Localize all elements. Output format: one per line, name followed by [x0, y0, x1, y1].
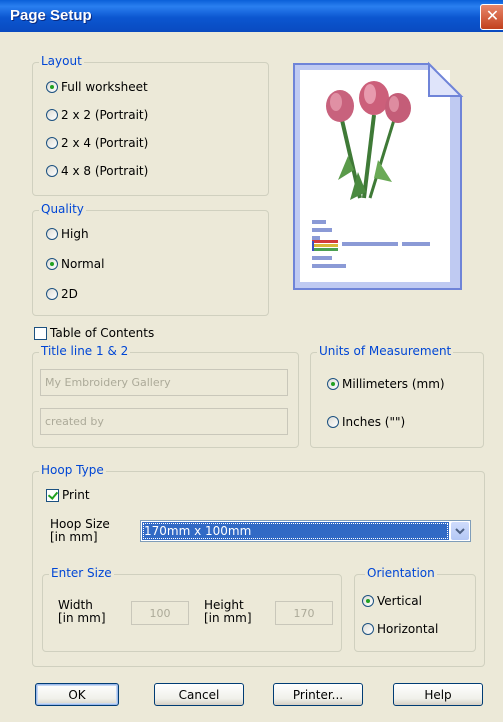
units-group-label: Units of Measurement: [317, 344, 454, 358]
hoop-size-label: Hoop Size [in mm]: [50, 517, 110, 544]
title-line-1-input[interactable]: My Embroidery Gallery: [40, 369, 288, 396]
radio-label: Inches (""): [342, 415, 406, 429]
hoop-print-checkbox[interactable]: Print: [46, 488, 90, 502]
radio-icon: [362, 623, 374, 635]
orientation-vertical-radio[interactable]: Vertical: [362, 594, 422, 608]
title-line-1-value: My Embroidery Gallery: [45, 376, 171, 389]
radio-icon: [46, 137, 58, 149]
radio-icon: [46, 165, 58, 177]
radio-label: 2D: [61, 287, 78, 301]
width-input[interactable]: 100: [131, 601, 189, 625]
orientation-group: Orientation: [354, 566, 476, 652]
page-preview-image: [293, 61, 464, 290]
cancel-button[interactable]: Cancel: [154, 683, 244, 706]
close-icon: ✕: [485, 6, 500, 25]
title-bar[interactable]: Page Setup ✕: [0, 0, 503, 32]
height-value: 170: [293, 606, 315, 620]
layout-group-label: Layout: [39, 54, 84, 68]
hoop-size-select[interactable]: 170mm x 100mm: [140, 520, 471, 542]
checkbox-label: Print: [62, 488, 90, 502]
width-value: 100: [149, 606, 171, 620]
units-group: Units of Measurement: [310, 344, 484, 448]
table-of-contents-checkbox[interactable]: Table of Contents: [34, 326, 154, 340]
orientation-horizontal-radio[interactable]: Horizontal: [362, 622, 438, 636]
chevron-down-icon: [455, 527, 465, 534]
orientation-group-label: Orientation: [365, 566, 437, 580]
quality-2d-radio[interactable]: 2D: [46, 287, 78, 301]
layout-4x8-radio[interactable]: 4 x 8 (Portrait): [46, 164, 148, 178]
radio-selected-icon: [46, 81, 58, 93]
radio-label: Horizontal: [377, 622, 439, 636]
dropdown-arrow-button[interactable]: [451, 522, 469, 540]
layout-full-worksheet-radio[interactable]: Full worksheet: [46, 80, 148, 94]
radio-selected-icon: [362, 595, 374, 607]
title-line-group-label: Title line 1 & 2: [39, 344, 131, 358]
hoop-type-group-label: Hoop Type: [39, 463, 106, 477]
units-inches-radio[interactable]: Inches (""): [327, 415, 405, 429]
close-button[interactable]: ✕: [480, 4, 503, 30]
quality-normal-radio[interactable]: Normal: [46, 257, 104, 271]
enter-size-group-label: Enter Size: [49, 566, 114, 580]
radio-icon: [46, 228, 58, 240]
help-button[interactable]: Help: [393, 683, 483, 706]
units-millimeters-radio[interactable]: Millimeters (mm): [327, 377, 445, 391]
radio-label: 4 x 8 (Portrait): [61, 164, 149, 178]
radio-icon: [46, 109, 58, 121]
radio-label: Full worksheet: [61, 80, 148, 94]
radio-selected-icon: [327, 378, 339, 390]
radio-label: High: [61, 227, 89, 241]
title-line-2-input[interactable]: created by: [40, 408, 288, 435]
checkbox-checked-icon: [46, 488, 59, 502]
hoop-size-selected-value: 170mm x 100mm: [142, 522, 449, 540]
printer-button[interactable]: Printer...: [273, 683, 363, 706]
quality-high-radio[interactable]: High: [46, 227, 89, 241]
quality-group-label: Quality: [39, 202, 86, 216]
ok-button[interactable]: OK: [35, 683, 119, 706]
height-label: Height [in mm]: [204, 598, 252, 625]
radio-label: 2 x 4 (Portrait): [61, 136, 149, 150]
layout-2x2-radio[interactable]: 2 x 2 (Portrait): [46, 108, 148, 122]
radio-label: Normal: [61, 257, 105, 271]
width-label: Width [in mm]: [58, 598, 106, 625]
height-input[interactable]: 170: [275, 601, 333, 625]
radio-icon: [327, 416, 339, 428]
layout-2x4-radio[interactable]: 2 x 4 (Portrait): [46, 136, 148, 150]
radio-icon: [46, 288, 58, 300]
checkbox-icon: [34, 326, 47, 340]
radio-label: Millimeters (mm): [342, 377, 445, 391]
radio-label: 2 x 2 (Portrait): [61, 108, 149, 122]
page-preview: [290, 60, 465, 293]
title-line-2-value: created by: [45, 415, 104, 428]
page-setup-dialog: Page Setup ✕ Layout Full worksheet 2 x 2…: [0, 0, 503, 722]
checkbox-label: Table of Contents: [50, 326, 155, 340]
radio-selected-icon: [46, 258, 58, 270]
radio-label: Vertical: [377, 594, 422, 608]
window-title: Page Setup: [10, 7, 92, 24]
